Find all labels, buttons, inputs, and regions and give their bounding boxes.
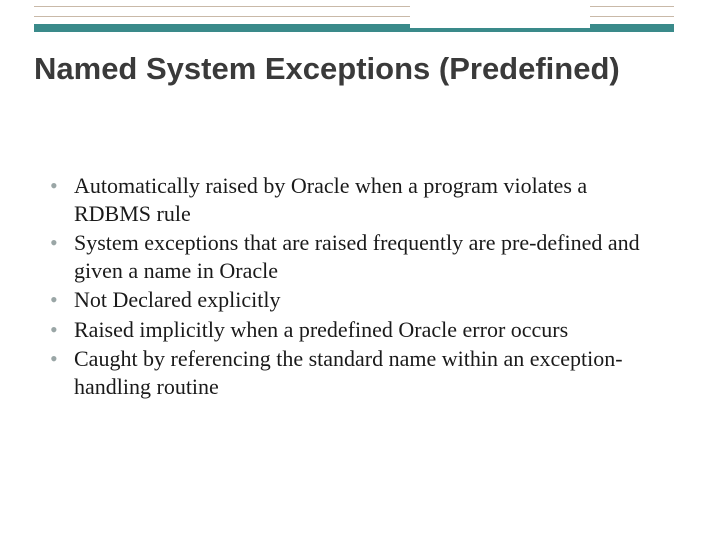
bullet-list: Automatically raised by Oracle when a pr… — [50, 172, 660, 402]
bullet-item: Caught by referencing the standard name … — [50, 345, 660, 400]
slide-title: Named System Exceptions (Predefined) — [34, 50, 674, 89]
bullet-item: Not Declared explicitly — [50, 286, 660, 314]
bullet-item: Automatically raised by Oracle when a pr… — [50, 172, 660, 227]
decor-white-gap — [410, 0, 590, 28]
slide-top-decoration — [0, 0, 720, 38]
bullet-item: Raised implicitly when a predefined Orac… — [50, 316, 660, 344]
bullet-item: System exceptions that are raised freque… — [50, 229, 660, 284]
